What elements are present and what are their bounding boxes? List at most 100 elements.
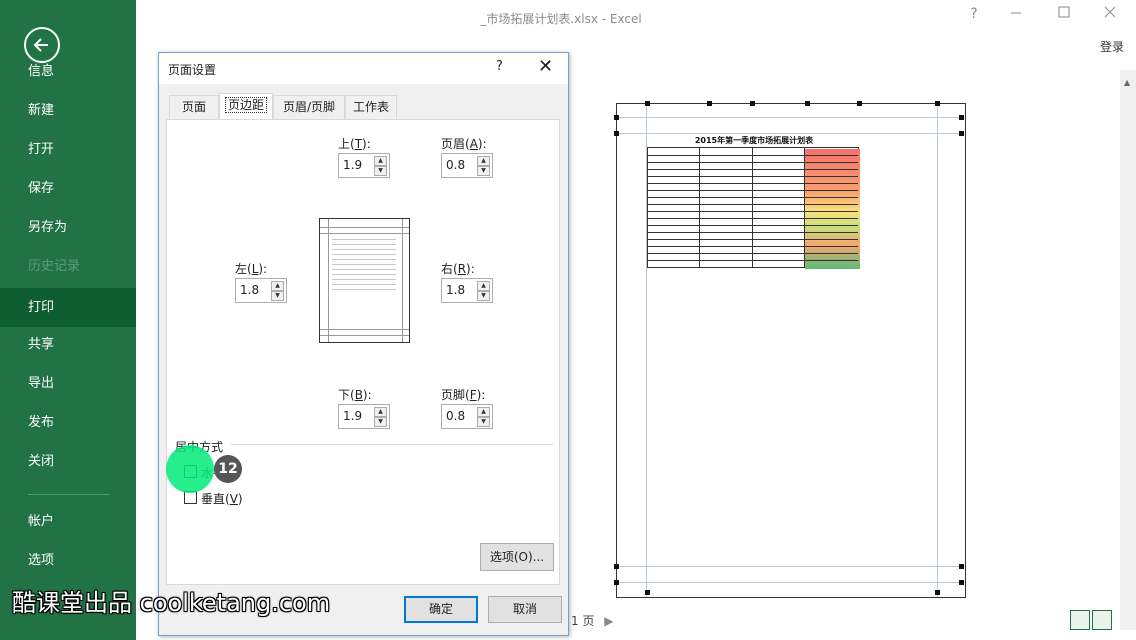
maximize-button[interactable] bbox=[1054, 6, 1074, 22]
print-preview-page: 2015年第一季度市场拓展计划表 bbox=[614, 101, 966, 598]
spin-up-icon[interactable]: ▲ bbox=[477, 156, 490, 166]
spin-down-icon[interactable]: ▼ bbox=[374, 417, 387, 427]
margin-preview-thumbnail bbox=[319, 218, 410, 343]
sign-in-link[interactable]: 登录 bbox=[1100, 38, 1124, 55]
top-margin-label: 上(T): bbox=[338, 137, 371, 151]
cancel-button[interactable]: 取消 bbox=[488, 596, 562, 623]
bottom-margin-spinner[interactable]: 1.9 ▲ ▼ bbox=[338, 404, 390, 429]
minimize-icon bbox=[1011, 12, 1021, 14]
minimize-button[interactable] bbox=[1006, 6, 1026, 22]
margin-guide bbox=[617, 117, 965, 118]
right-margin-spinner[interactable]: 1.8 ▲ ▼ bbox=[441, 278, 493, 303]
window-titlebar: _市场拓展计划表.xlsx - Excel ? bbox=[136, 0, 1136, 34]
sidebar-item-account[interactable]: 帐户 bbox=[0, 504, 136, 540]
dialog-help-button[interactable]: ? bbox=[496, 59, 503, 74]
spin-down-icon[interactable]: ▼ bbox=[477, 291, 490, 301]
sidebar-item-share[interactable]: 共享 bbox=[0, 327, 136, 363]
page-count: 1 页 bbox=[571, 614, 595, 628]
thumb-guide bbox=[320, 227, 409, 228]
margin-handle[interactable] bbox=[959, 580, 964, 585]
margin-handle[interactable] bbox=[645, 590, 650, 595]
margin-handle[interactable] bbox=[805, 101, 810, 106]
table-gridline bbox=[648, 183, 858, 184]
scroll-up-icon[interactable]: ▲ bbox=[1124, 78, 1130, 87]
sidebar-item-save-as[interactable]: 另存为 bbox=[0, 210, 136, 246]
margin-handle[interactable] bbox=[857, 101, 862, 106]
margin-handle[interactable] bbox=[935, 101, 940, 106]
sidebar-divider bbox=[28, 494, 110, 495]
thumb-guide bbox=[402, 219, 403, 342]
footer-margin-value[interactable]: 0.8 bbox=[446, 409, 465, 423]
next-page-icon[interactable]: ▶ bbox=[604, 614, 613, 628]
sidebar-item-print[interactable]: 打印 bbox=[0, 288, 136, 327]
margin-handle[interactable] bbox=[959, 115, 964, 120]
left-margin-spinner[interactable]: 1.8 ▲ ▼ bbox=[235, 278, 287, 303]
sidebar-item-close[interactable]: 关闭 bbox=[0, 444, 136, 480]
spin-down-icon[interactable]: ▼ bbox=[477, 166, 490, 176]
spin-up-icon[interactable]: ▲ bbox=[271, 281, 284, 291]
print-options-button[interactable]: 选项(O)... bbox=[480, 543, 554, 571]
window-help-button[interactable]: ? bbox=[964, 6, 984, 22]
table-gridline bbox=[648, 204, 858, 205]
table-gridline bbox=[699, 148, 700, 267]
preview-view-buttons bbox=[1070, 610, 1114, 632]
bottom-margin-label: 下(B): bbox=[338, 388, 372, 402]
sidebar-item-info[interactable]: 信息 bbox=[0, 54, 136, 90]
right-margin-value[interactable]: 1.8 bbox=[446, 283, 465, 297]
margin-handle[interactable] bbox=[750, 101, 755, 106]
close-icon bbox=[1104, 6, 1116, 18]
table-gridline bbox=[648, 197, 858, 198]
dialog-close-button[interactable]: ✕ bbox=[538, 56, 553, 77]
spin-up-icon[interactable]: ▲ bbox=[477, 281, 490, 291]
margin-handle[interactable] bbox=[959, 131, 964, 136]
table-gridline bbox=[648, 155, 858, 156]
bottom-margin-value[interactable]: 1.9 bbox=[343, 409, 362, 423]
ok-button[interactable]: 确定 bbox=[404, 596, 478, 623]
table-gridline bbox=[804, 148, 805, 267]
margin-handle[interactable] bbox=[645, 101, 650, 106]
sidebar-item-export[interactable]: 导出 bbox=[0, 366, 136, 402]
spin-up-icon[interactable]: ▲ bbox=[374, 407, 387, 417]
margin-handle[interactable] bbox=[614, 115, 619, 120]
margin-handle[interactable] bbox=[935, 590, 940, 595]
spin-down-icon[interactable]: ▼ bbox=[271, 291, 284, 301]
table-gridline bbox=[648, 190, 858, 191]
vertical-scrollbar[interactable]: ▲ bbox=[1120, 70, 1136, 630]
sidebar-item-new[interactable]: 新建 bbox=[0, 93, 136, 129]
show-margins-button[interactable] bbox=[1070, 610, 1090, 630]
thumb-sheet-grid bbox=[332, 235, 396, 293]
header-margin-spinner[interactable]: 0.8 ▲ ▼ bbox=[441, 153, 493, 178]
tab-header-footer[interactable]: 页眉/页脚 bbox=[273, 95, 345, 119]
sidebar-item-publish[interactable]: 发布 bbox=[0, 405, 136, 441]
margin-guide bbox=[617, 133, 965, 134]
tab-sheet[interactable]: 工作表 bbox=[345, 95, 397, 119]
spin-down-icon[interactable]: ▼ bbox=[374, 166, 387, 176]
tab-page[interactable]: 页面 bbox=[169, 95, 219, 119]
sidebar-item-save[interactable]: 保存 bbox=[0, 171, 136, 207]
margin-handle[interactable] bbox=[614, 580, 619, 585]
right-margin-label: 右(R): bbox=[441, 262, 475, 276]
maximize-icon bbox=[1058, 6, 1070, 18]
cursor-highlight bbox=[166, 445, 214, 493]
spin-up-icon[interactable]: ▲ bbox=[374, 156, 387, 166]
center-vertically-label[interactable]: 垂直(V) bbox=[201, 490, 243, 507]
left-margin-value[interactable]: 1.8 bbox=[240, 283, 259, 297]
close-window-button[interactable] bbox=[1100, 6, 1120, 22]
top-margin-value[interactable]: 1.9 bbox=[343, 158, 362, 172]
table-gridline bbox=[648, 253, 858, 254]
top-margin-spinner[interactable]: 1.9 ▲ ▼ bbox=[338, 153, 390, 178]
header-margin-value[interactable]: 0.8 bbox=[446, 158, 465, 172]
footer-margin-spinner[interactable]: 0.8 ▲ ▼ bbox=[441, 404, 493, 429]
spin-up-icon[interactable]: ▲ bbox=[477, 407, 490, 417]
sidebar-item-open[interactable]: 打开 bbox=[0, 132, 136, 168]
sidebar-item-options[interactable]: 选项 bbox=[0, 543, 136, 579]
margin-handle[interactable] bbox=[959, 564, 964, 569]
margin-handle[interactable] bbox=[614, 564, 619, 569]
zoom-to-page-button[interactable] bbox=[1092, 610, 1112, 630]
table-gridline bbox=[648, 218, 858, 219]
margin-handle[interactable] bbox=[614, 131, 619, 136]
margin-handle[interactable] bbox=[707, 101, 712, 106]
spin-down-icon[interactable]: ▼ bbox=[477, 417, 490, 427]
margins-tab-panel: 上(T): 1.9 ▲ ▼ 页眉(A): 0.8 ▲ ▼ 左(L): 1.8 ▲ ▼ 右(R… bbox=[166, 119, 560, 585]
tab-margins[interactable]: 页边距 bbox=[219, 93, 273, 120]
